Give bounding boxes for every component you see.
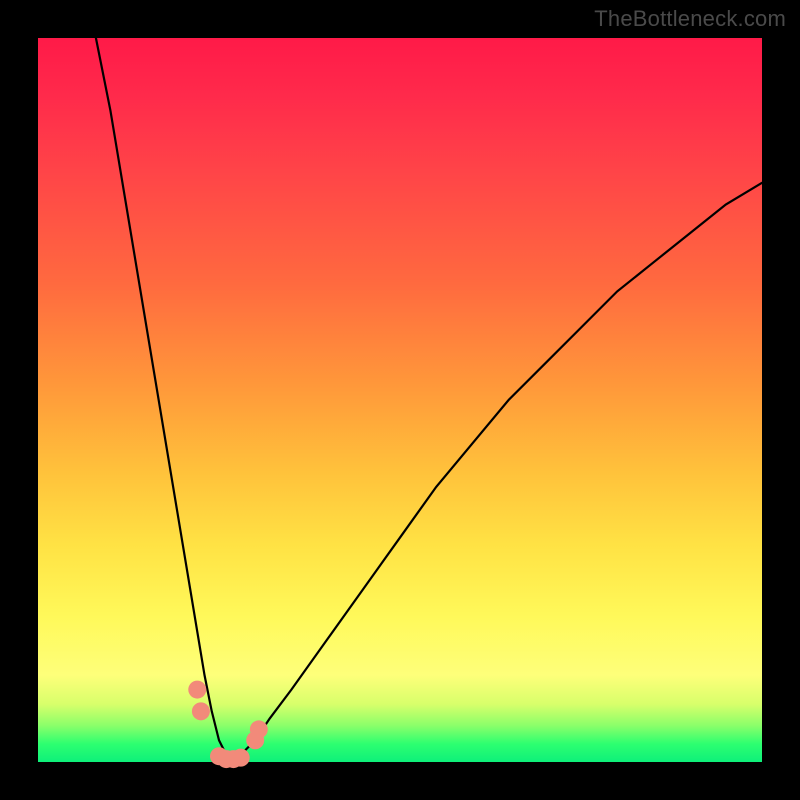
marker-group (188, 681, 268, 769)
curve-left-branch (96, 38, 234, 762)
plot-area (38, 38, 762, 762)
data-marker (188, 681, 206, 699)
chart-stage: TheBottleneck.com (0, 0, 800, 800)
curve-right-branch (233, 183, 762, 762)
data-marker (232, 749, 250, 767)
curve-svg (38, 38, 762, 762)
data-marker (250, 720, 268, 738)
data-marker (192, 702, 210, 720)
watermark-text: TheBottleneck.com (594, 6, 786, 32)
